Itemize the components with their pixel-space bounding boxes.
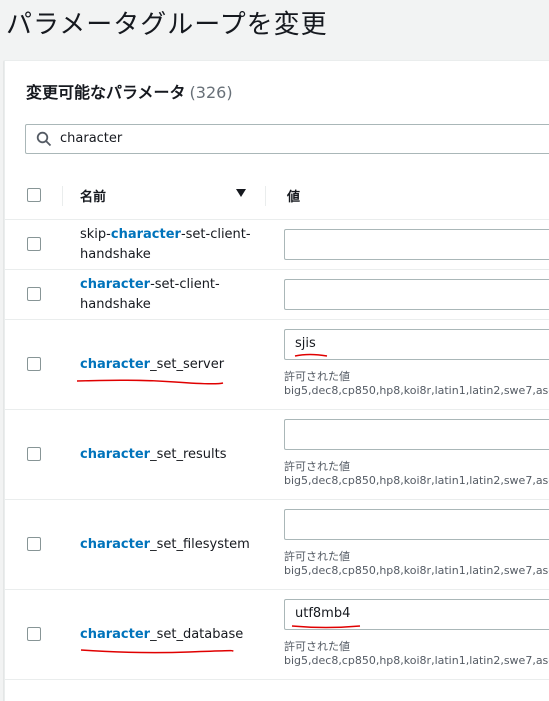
value-input[interactable] <box>284 229 549 260</box>
row-checkbox[interactable] <box>27 237 41 251</box>
table-row: character_set_database utf8mb4 許可された値 bi… <box>5 589 549 680</box>
table-row: character-set-client-handshake <box>5 269 549 320</box>
parameters-panel: 変更可能なパラメータ (326) character 名前 値 skip-char… <box>4 60 549 701</box>
panel-header: 変更可能なパラメータ (326) <box>26 79 233 103</box>
search-icon <box>36 131 52 147</box>
search-input[interactable]: character <box>25 124 549 154</box>
row-checkbox[interactable] <box>27 537 41 551</box>
annotation-underline <box>291 625 361 629</box>
allowed-values-list: big5,dec8,cp850,hp8,koi8r,latin1,latin2,… <box>284 384 549 397</box>
allowed-values-label: 許可された値 <box>284 640 350 653</box>
annotation-underline <box>294 353 328 357</box>
annotation-underline <box>80 649 234 654</box>
select-all-checkbox[interactable] <box>27 188 41 202</box>
allowed-values-label: 許可された値 <box>284 370 350 383</box>
parameter-name: character-set-client-handshake <box>80 277 220 312</box>
table-row: skip-character-set-client-handshake <box>5 219 549 270</box>
parameter-name: skip-character-set-client-handshake <box>80 227 251 262</box>
column-header-value: 値 <box>287 190 301 205</box>
panel-title: 変更可能なパラメータ <box>26 83 186 102</box>
value-input[interactable] <box>284 509 549 540</box>
table-row: character_set_results 許可された値 big5,dec8,c… <box>5 409 549 500</box>
page-title: パラメータグループを変更 <box>6 10 328 40</box>
annotation-underline <box>76 379 224 385</box>
value-input[interactable] <box>284 279 549 310</box>
column-divider <box>62 186 63 206</box>
search-value: character <box>60 131 123 146</box>
column-header-name[interactable]: 名前 <box>80 186 106 205</box>
row-checkbox[interactable] <box>27 627 41 641</box>
column-divider <box>265 186 266 206</box>
parameter-name: character_set_results <box>80 447 227 462</box>
allowed-values-list: big5,dec8,cp850,hp8,koi8r,latin1,latin2,… <box>284 474 549 487</box>
parameter-name: character_set_database <box>80 627 244 642</box>
parameter-name: character_set_filesystem <box>80 537 250 552</box>
row-checkbox[interactable] <box>27 287 41 301</box>
table-row: character_set_server sjis 許可された値 big5,de… <box>5 319 549 410</box>
row-checkbox[interactable] <box>27 357 41 371</box>
allowed-values-list: big5,dec8,cp850,hp8,koi8r,latin1,latin2,… <box>284 564 549 577</box>
parameter-count: (326) <box>189 83 233 102</box>
table-row: character_set_filesystem 許可された値 big5,dec… <box>5 499 549 590</box>
value-input[interactable] <box>284 419 549 450</box>
parameter-name: character_set_server <box>80 357 225 372</box>
row-checkbox[interactable] <box>27 447 41 461</box>
allowed-values-label: 許可された値 <box>284 460 350 473</box>
allowed-values-list: big5,dec8,cp850,hp8,koi8r,latin1,latin2,… <box>284 654 549 667</box>
table-header: 名前 値 <box>5 173 549 220</box>
sort-descending-icon[interactable] <box>235 188 247 198</box>
allowed-values-label: 許可された値 <box>284 550 350 563</box>
